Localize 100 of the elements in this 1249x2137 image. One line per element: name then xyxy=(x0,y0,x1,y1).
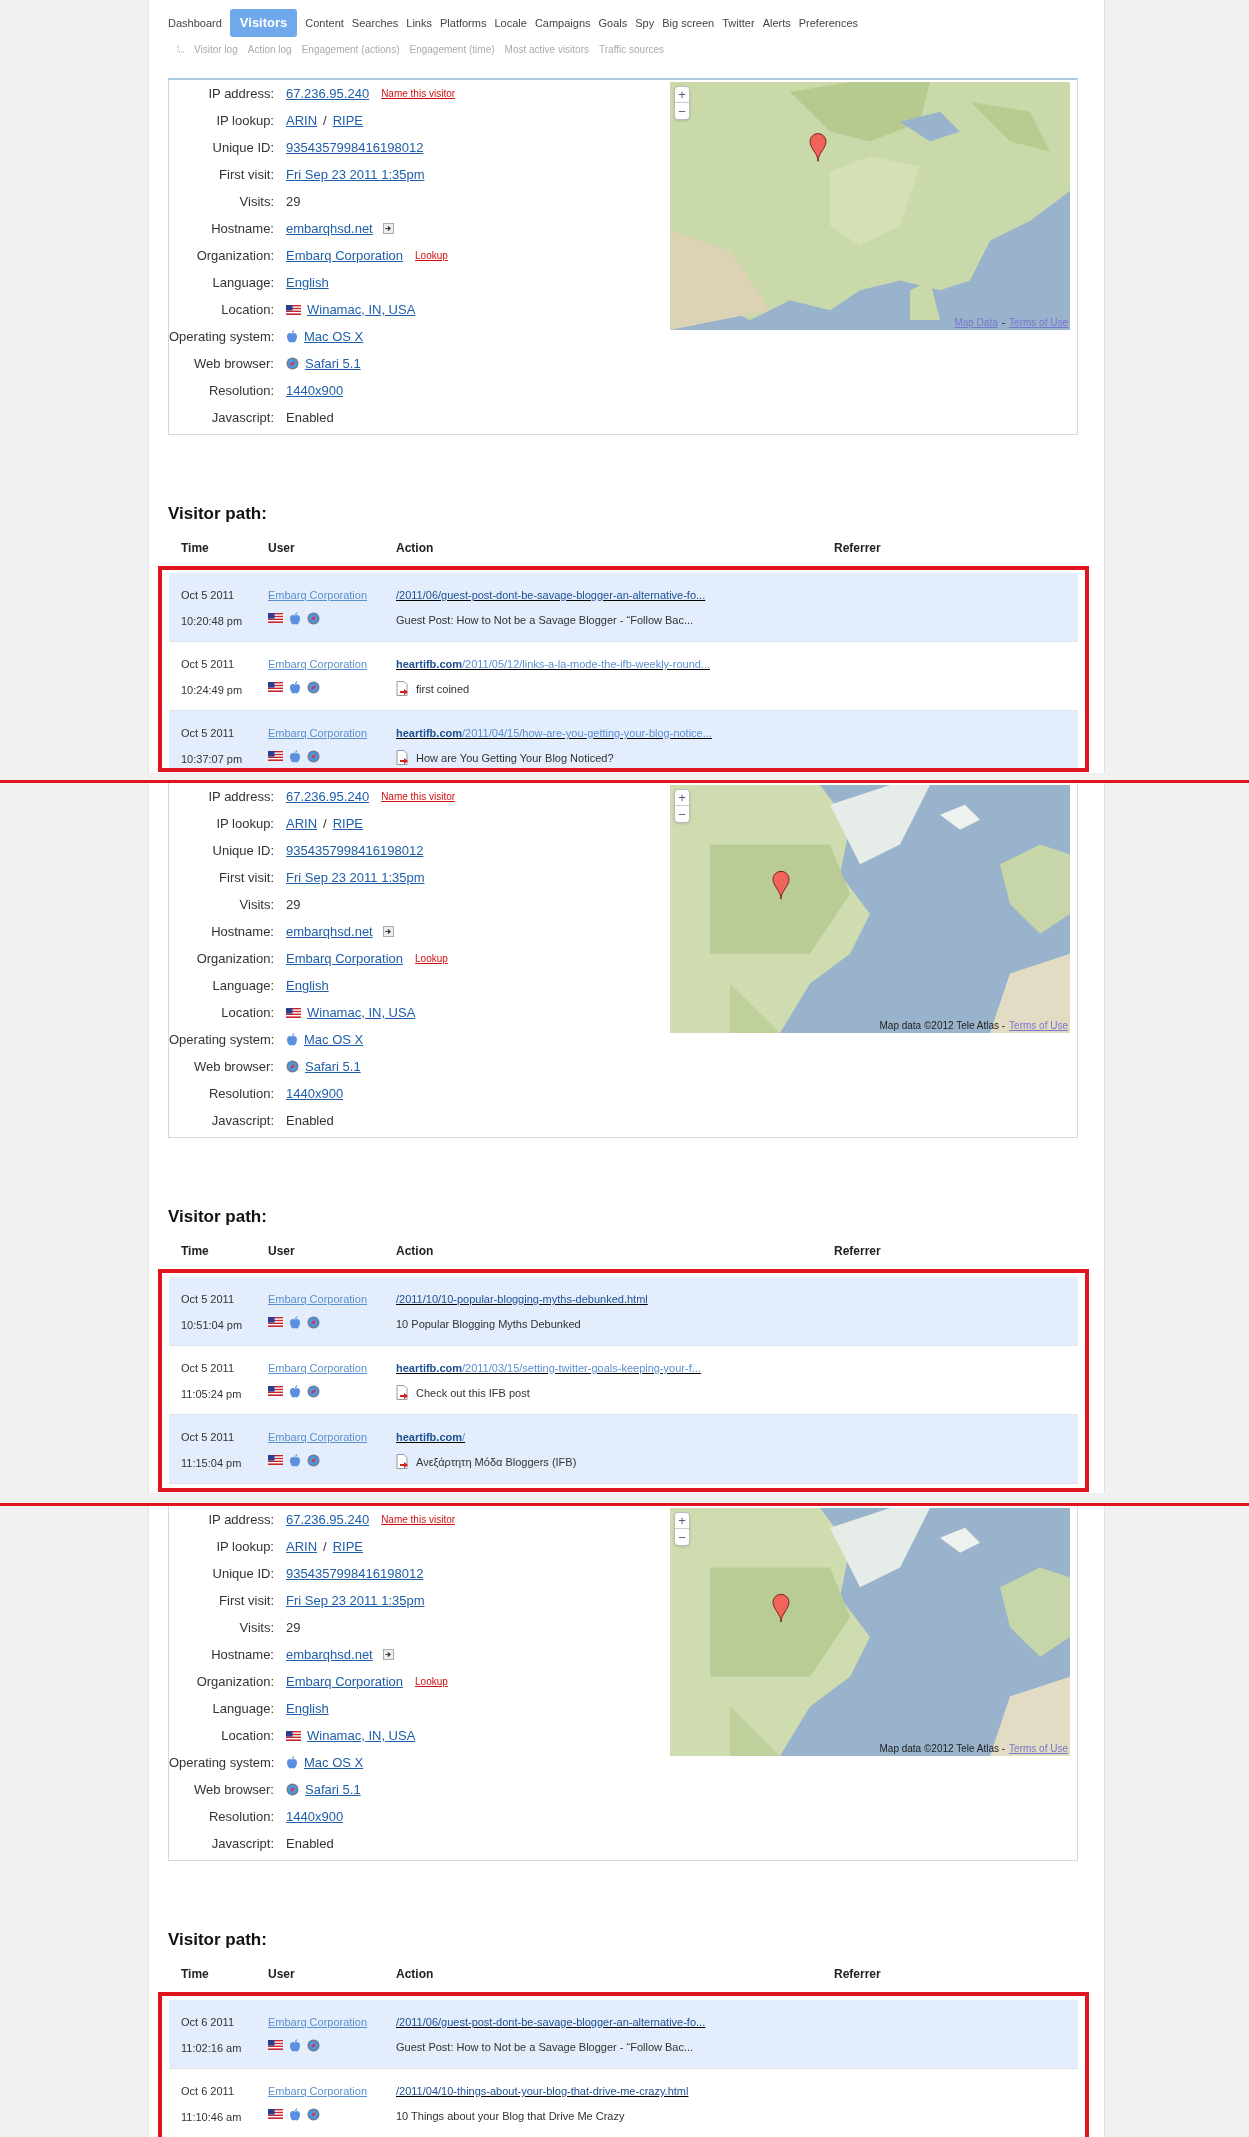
action-link[interactable]: Name this visitor xyxy=(381,86,456,101)
page-link[interactable]: /2011/06/guest-post-dont-be-savage-blogger-an-alternative-fo... xyxy=(396,2014,706,2031)
nav-tab[interactable]: Alerts xyxy=(762,10,791,35)
page-link[interactable]: /2011/06/guest-post-dont-be-savage-blogger-an-alternative-fo... xyxy=(396,587,706,604)
field-value-link[interactable]: embarqhsd.net xyxy=(286,218,373,239)
field-value-link[interactable]: English xyxy=(286,975,329,996)
field-value-link[interactable]: Embarq Corporation xyxy=(286,245,404,266)
field-value-link[interactable]: 9354357998416198012 xyxy=(286,840,424,861)
page-link[interactable]: /2011/04/10-things-about-your-blog-that-drive-me-crazy.html xyxy=(396,2083,689,2100)
nav-tab[interactable]: Goals xyxy=(598,10,628,35)
action-link[interactable]: Lookup xyxy=(415,248,448,263)
nav-tab[interactable]: Twitter xyxy=(722,10,755,35)
registry-link[interactable]: RIPE xyxy=(332,110,364,131)
field-value-link[interactable]: Winamac, IN, USA xyxy=(307,299,416,320)
field-value-link[interactable]: 1440x900 xyxy=(286,380,344,401)
field-value-link[interactable]: Safari 5.1 xyxy=(305,353,361,374)
page-title: Guest Post: How to Not be a Savage Blogger - “Follow Bac... xyxy=(396,2039,694,2055)
nav-tab[interactable]: Links xyxy=(406,10,432,35)
field-value-link[interactable]: Mac OS X xyxy=(304,1752,364,1773)
field-value-link[interactable]: English xyxy=(286,272,329,293)
visit-date: Oct 5 2011 xyxy=(181,1292,235,1307)
field-value-link[interactable]: Safari 5.1 xyxy=(305,1779,361,1800)
field-value-link[interactable]: embarqhsd.net xyxy=(286,1644,373,1665)
compass-icon xyxy=(307,749,320,763)
field-value-link[interactable]: 9354357998416198012 xyxy=(286,1563,424,1584)
field-label: Location: xyxy=(220,1003,275,1022)
nav-tab[interactable]: Searches xyxy=(351,10,399,35)
page-link[interactable]: heartifb.com/2011/04/15/how-are-you-getting-your-blog-notice... xyxy=(396,725,712,742)
registry-link[interactable]: ARIN xyxy=(286,110,318,131)
us-flag-icon xyxy=(268,1386,283,1396)
field-value-link[interactable]: Fri Sep 23 2011 1:35pm xyxy=(286,164,425,185)
field-label: Operating system: xyxy=(169,327,276,346)
field-value-link[interactable]: Mac OS X xyxy=(304,326,364,347)
action-link[interactable]: Lookup xyxy=(415,1674,448,1689)
column-header: Referrer xyxy=(834,1966,881,1983)
page-link[interactable]: heartifb.com/2011/03/15/setting-twitter-goals-keeping-your-f... xyxy=(396,1360,701,1377)
registry-link[interactable]: RIPE xyxy=(332,813,364,834)
nav-tab[interactable]: Spy xyxy=(635,10,655,35)
nav-tab[interactable]: Content xyxy=(305,10,344,35)
field-value-link[interactable]: Embarq Corporation xyxy=(286,948,404,969)
arrow-box-icon[interactable] xyxy=(382,223,394,234)
field-value-link[interactable]: embarqhsd.net xyxy=(286,921,373,942)
field-label: Web browser: xyxy=(193,354,275,373)
field-value-link[interactable]: 67.236.95.240 xyxy=(286,786,370,807)
field-value-link[interactable]: Fri Sep 23 2011 1:35pm xyxy=(286,1590,425,1611)
compass-icon xyxy=(286,1060,299,1073)
zoom-out-button[interactable]: − xyxy=(675,806,689,822)
page-link[interactable]: heartifb.com/ xyxy=(396,1429,577,1446)
zoom-in-button[interactable]: + xyxy=(675,87,689,103)
arrow-box-icon[interactable] xyxy=(382,1649,394,1660)
action-link[interactable]: Lookup xyxy=(415,951,448,966)
user-link[interactable]: Embarq Corporation xyxy=(268,2083,396,2100)
arrow-box-icon[interactable] xyxy=(382,926,394,937)
nav-tab[interactable]: Platforms xyxy=(440,10,487,35)
zoom-in-button[interactable]: + xyxy=(675,790,689,806)
nav-tab[interactable]: Locale xyxy=(494,10,527,35)
field-value-link[interactable]: Safari 5.1 xyxy=(305,1056,361,1077)
compass-icon xyxy=(307,1453,320,1467)
field-value-link[interactable]: 67.236.95.240 xyxy=(286,83,370,104)
tree-branch-icon xyxy=(177,45,184,53)
registry-link[interactable]: ARIN xyxy=(286,813,318,834)
zoom-in-button[interactable]: + xyxy=(675,1513,689,1529)
column-header: Time xyxy=(181,540,210,557)
nav-tab[interactable]: Campaigns xyxy=(534,10,591,35)
field-value-link[interactable]: 1440x900 xyxy=(286,1806,344,1827)
field-value: 29 xyxy=(286,192,301,211)
page-link[interactable]: heartifb.com/2011/05/12/links-a-la-mode-the-ifb-weekly-round... xyxy=(396,656,711,673)
page-link[interactable]: /2011/10/10-popular-blogging-myths-debunked.html xyxy=(396,1291,648,1308)
us-flag-icon xyxy=(286,304,301,315)
field-value-link[interactable]: Fri Sep 23 2011 1:35pm xyxy=(286,867,425,888)
field-value-link[interactable]: Winamac, IN, USA xyxy=(307,1002,416,1023)
field-label: Location: xyxy=(220,300,275,319)
registry-link[interactable]: ARIN xyxy=(286,1536,318,1557)
field-value-link[interactable]: 67.236.95.240 xyxy=(286,1509,370,1530)
field-value-link[interactable]: Mac OS X xyxy=(304,1029,364,1050)
zoom-out-button[interactable]: − xyxy=(675,103,689,119)
field-value-link[interactable]: 1440x900 xyxy=(286,1083,344,1104)
page-title: first coined xyxy=(416,681,470,697)
action-link[interactable]: Name this visitor xyxy=(381,1512,456,1527)
us-flag-icon xyxy=(268,1317,283,1327)
compass-icon xyxy=(286,357,299,370)
action-link[interactable]: Name this visitor xyxy=(381,789,456,804)
us-flag-icon xyxy=(268,2040,283,2050)
nav-tab[interactable]: Big screen xyxy=(662,10,715,35)
zoom-out-button[interactable]: − xyxy=(675,1529,689,1545)
field-value-link[interactable]: Embarq Corporation xyxy=(286,1671,404,1692)
field-value-link[interactable]: Winamac, IN, USA xyxy=(307,1725,416,1746)
user-link[interactable]: Embarq Corporation xyxy=(268,1360,396,1377)
field-label: Resolution: xyxy=(207,1807,275,1826)
field-value-link[interactable]: English xyxy=(286,1698,329,1719)
nav-tab[interactable]: Preferences xyxy=(798,10,859,35)
user-link[interactable]: Embarq Corporation xyxy=(268,656,396,673)
visit-date: Oct 5 2011 xyxy=(181,657,235,672)
separator: - xyxy=(1001,318,1006,328)
column-header: User xyxy=(268,1243,296,1260)
field-label: Resolution: xyxy=(207,381,275,400)
field-value-link[interactable]: 9354357998416198012 xyxy=(286,137,424,158)
nav-tab[interactable]: Dashboard xyxy=(168,10,222,35)
field-value: 29 xyxy=(286,1618,301,1637)
registry-link[interactable]: RIPE xyxy=(332,1536,364,1557)
